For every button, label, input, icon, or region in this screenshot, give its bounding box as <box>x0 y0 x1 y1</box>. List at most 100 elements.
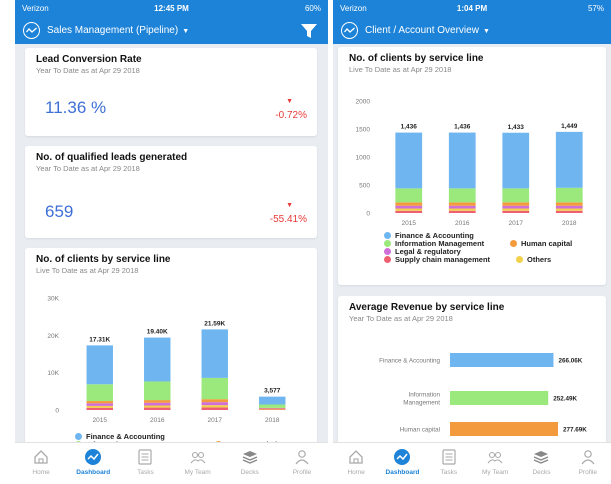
bar-total-label: 1,436 <box>401 124 418 131</box>
bar-total-label: 19.40K <box>147 329 168 336</box>
bar-segment <box>144 405 171 408</box>
nav-item-dashboard[interactable]: Dashboard <box>379 443 425 484</box>
bar-segment <box>86 401 113 404</box>
nav-label: Decks <box>532 469 551 476</box>
nav-item-decks[interactable]: Decks <box>518 443 564 484</box>
nav-item-tasks[interactable]: Tasks <box>426 443 472 484</box>
app-logo-icon <box>23 22 40 39</box>
nav-label: Profile <box>292 469 312 476</box>
nav-item-tasks[interactable]: Tasks <box>119 443 171 484</box>
nav-item-home[interactable]: Home <box>15 443 67 484</box>
bar-segment <box>395 132 423 189</box>
bar-segment <box>201 405 228 408</box>
clients-by-service-card[interactable]: No. of clients by service line Live To D… <box>25 248 317 448</box>
bar-segment <box>555 208 583 211</box>
bar-segment <box>555 210 583 213</box>
legend-item[interactable]: Others <box>516 255 551 264</box>
dashboard-icon <box>394 449 411 465</box>
bar-total-label: 1,436 <box>454 124 471 131</box>
dashboard-title: Client / Account Overview <box>365 25 479 36</box>
chevron-down-icon: ▼ <box>482 28 490 35</box>
nav-label: Home <box>347 469 365 476</box>
filter-icon[interactable] <box>300 22 318 40</box>
category-label: Finance & Accounting <box>379 358 440 365</box>
bar-segment <box>144 402 171 406</box>
bar-segment <box>144 400 171 403</box>
bar-segment <box>502 132 530 189</box>
bar-segment <box>448 132 476 189</box>
home-icon <box>349 450 363 464</box>
nav-label: Tasks <box>137 469 154 476</box>
legend-dot-icon <box>516 256 523 263</box>
x-tick-label: 2015 <box>402 220 417 227</box>
bar-segment <box>201 407 228 410</box>
clients-by-service-card[interactable]: No. of clients by service line Live To D… <box>338 47 606 285</box>
legend-dot-icon <box>75 433 82 440</box>
nav-item-dashboard[interactable]: Dashboard <box>67 443 119 484</box>
card-subtitle: Year To Date as at Apr 29 2018 <box>349 314 453 323</box>
legend-dot-icon <box>384 232 391 239</box>
profile-icon <box>295 450 309 465</box>
card-title: No. of clients by service line <box>349 53 484 64</box>
legend-dot-icon <box>384 248 391 255</box>
bar-segment <box>259 396 286 405</box>
card-subtitle: Live To Date as at Apr 29 2018 <box>36 266 139 275</box>
legend-label: Human capital <box>521 239 573 248</box>
category-label: Information <box>409 392 441 399</box>
bar-segment <box>86 345 113 385</box>
bar-segment <box>259 408 286 409</box>
y-tick-label: 2000 <box>356 99 371 106</box>
tasks-icon <box>138 449 153 465</box>
y-tick-label: 0 <box>55 408 59 415</box>
average-revenue-card[interactable]: Average Revenue by service line Year To … <box>338 296 606 446</box>
dashboard-selector[interactable]: Client / Account Overview ▼ <box>365 25 490 36</box>
bar-segment <box>502 208 530 211</box>
legend-item[interactable]: Supply chain management <box>384 255 490 264</box>
lead-conversion-card[interactable]: Lead Conversion Rate Year To Date as at … <box>25 48 317 136</box>
bar-segment <box>86 384 113 402</box>
tasks-icon <box>442 449 456 465</box>
x-tick-label: 2017 <box>509 220 524 227</box>
bar-total-label: 3,577 <box>264 388 281 395</box>
y-tick-label: 0 <box>366 211 370 218</box>
lead-conversion-delta: -0.72% <box>275 110 307 121</box>
bar-segment <box>395 188 423 203</box>
team-icon <box>487 451 503 464</box>
card-subtitle: Year To Date as at Apr 29 2018 <box>36 164 140 173</box>
bar-segment <box>555 202 583 206</box>
nav-label: My Team <box>184 469 211 476</box>
carrier-label: Verizon <box>22 4 49 13</box>
nav-label: Decks <box>240 469 259 476</box>
clients-stacked-bar-chart: 0 500 1000 1500 2000 1,436 2015 1,436 2016 1,433 2… <box>356 99 583 227</box>
nav-item-my-team[interactable]: My Team <box>472 443 518 484</box>
phone-screen-sales-pipeline: Verizon 12:45 PM 60% Sales Management (P… <box>15 0 328 484</box>
dashboard-selector[interactable]: Sales Management (Pipeline) ▼ <box>47 25 189 36</box>
nav-item-profile[interactable]: Profile <box>565 443 611 484</box>
status-bar: Verizon 12:45 PM 60% <box>15 0 328 17</box>
decks-icon <box>534 451 549 464</box>
nav-item-decks[interactable]: Decks <box>224 443 276 484</box>
nav-item-profile[interactable]: Profile <box>276 443 328 484</box>
nav-item-my-team[interactable]: My Team <box>172 443 224 484</box>
bar-segment <box>395 208 423 211</box>
home-icon <box>34 450 48 464</box>
y-tick-label: 1500 <box>356 127 371 134</box>
qualified-leads-card[interactable]: No. of qualified leads generated Year To… <box>25 146 317 238</box>
bar-segment <box>502 202 530 206</box>
bar-segment <box>502 188 530 203</box>
qualified-leads-value: 659 <box>45 202 74 221</box>
bar-segment <box>448 208 476 211</box>
legend-label: Others <box>527 255 552 264</box>
y-tick-label: 500 <box>359 183 370 190</box>
legend-item[interactable]: Human capital <box>510 239 572 248</box>
bar-segment <box>395 205 423 209</box>
bar-segment <box>86 407 113 410</box>
x-tick-label: 2018 <box>265 417 280 424</box>
y-tick-label: 10K <box>47 370 59 377</box>
bottom-nav: Home Dashboard Tasks My Team Decks Profile <box>333 442 611 484</box>
bar-value-label: 277.69K <box>563 427 587 434</box>
legend-dot-icon <box>384 256 391 263</box>
bar-total-label: 1,449 <box>561 123 578 130</box>
card-title: Average Revenue by service line <box>349 302 505 313</box>
nav-item-home[interactable]: Home <box>333 443 379 484</box>
